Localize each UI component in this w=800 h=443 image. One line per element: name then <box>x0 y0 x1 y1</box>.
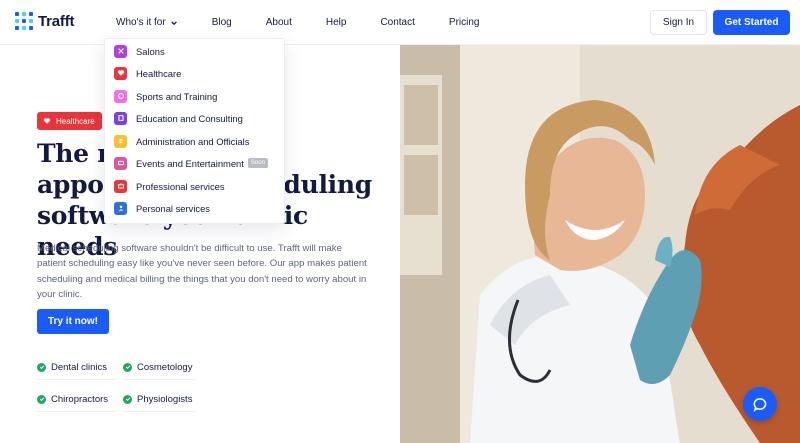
check-icon <box>123 394 132 404</box>
nav-whos-it-for[interactable]: Who's it for <box>116 17 178 28</box>
person-icon <box>114 201 127 215</box>
scissors-icon <box>114 44 127 58</box>
ball-icon <box>114 89 127 103</box>
feature-label: Chiropractors <box>51 393 109 405</box>
dropdown-item-administration[interactable]: Administration and Officials <box>114 134 249 148</box>
heart-icon <box>43 118 51 124</box>
nav-help[interactable]: Help <box>326 17 347 28</box>
chat-button[interactable] <box>743 387 777 421</box>
soon-badge: Soon <box>247 158 268 168</box>
book-icon <box>114 111 127 125</box>
nav-contact[interactable]: Contact <box>380 17 414 28</box>
badge-label: Healthcare <box>56 116 95 126</box>
dropdown-item-healthcare[interactable]: Healthcare <box>114 66 181 80</box>
nav-label: Who's it for <box>116 17 166 28</box>
dropdown-item-label: Administration and Officials <box>136 135 250 147</box>
dropdown-item-label: Education and Consulting <box>136 112 243 124</box>
whos-it-for-dropdown: Salons Healthcare Sports and Training Ed… <box>104 38 285 224</box>
nav-about[interactable]: About <box>266 17 292 28</box>
chat-bubble-icon <box>753 397 766 412</box>
chevron-down-icon <box>170 20 177 25</box>
dropdown-item-professional[interactable]: Professional services <box>114 179 225 193</box>
dropdown-item-label: Salons <box>136 45 165 57</box>
feature-label: Physiologists <box>137 393 193 405</box>
brand-logo[interactable]: Trafft <box>15 12 75 30</box>
check-icon <box>37 362 46 372</box>
dropdown-item-education[interactable]: Education and Consulting <box>114 111 243 125</box>
doctor-patient-illustration <box>400 45 800 443</box>
dropdown-item-label: Healthcare <box>136 67 182 79</box>
sign-in-button[interactable]: Sign In <box>650 10 707 35</box>
ticket-icon <box>114 156 127 170</box>
briefcase-icon <box>114 179 127 193</box>
feature-label: Dental clinics <box>51 361 107 373</box>
brand-name: Trafft <box>38 12 75 30</box>
dropdown-item-sports[interactable]: Sports and Training <box>114 89 217 103</box>
dropdown-item-label: Professional services <box>136 180 225 192</box>
dropdown-item-salons[interactable]: Salons <box>114 44 165 58</box>
logo-icon <box>15 12 33 30</box>
feature-item: Cosmetology <box>123 355 197 380</box>
check-icon <box>37 394 46 404</box>
category-badge: Healthcare <box>37 112 102 130</box>
dropdown-item-personal[interactable]: Personal services <box>114 201 210 215</box>
heart-icon <box>114 66 127 80</box>
feature-item: Chiropractors <box>37 387 115 412</box>
feature-label: Cosmetology <box>137 361 193 373</box>
dropdown-item-events[interactable]: Events and Entertainment Soon <box>114 156 268 170</box>
get-started-button[interactable]: Get Started <box>713 10 790 35</box>
document-icon <box>114 134 127 148</box>
hero-description: Medical scheduling software shouldn't be… <box>37 243 367 301</box>
check-icon <box>123 362 132 372</box>
try-it-now-button[interactable]: Try it now! <box>37 309 109 334</box>
dropdown-item-label: Sports and Training <box>136 90 218 102</box>
dropdown-item-label: Events and Entertainment <box>136 157 244 169</box>
nav-pricing[interactable]: Pricing <box>449 17 480 28</box>
nav-blog[interactable]: Blog <box>212 17 232 28</box>
dropdown-item-label: Personal services <box>136 202 210 214</box>
feature-item: Dental clinics <box>37 355 115 380</box>
hero-photo <box>400 45 800 443</box>
feature-item: Physiologists <box>123 387 197 412</box>
